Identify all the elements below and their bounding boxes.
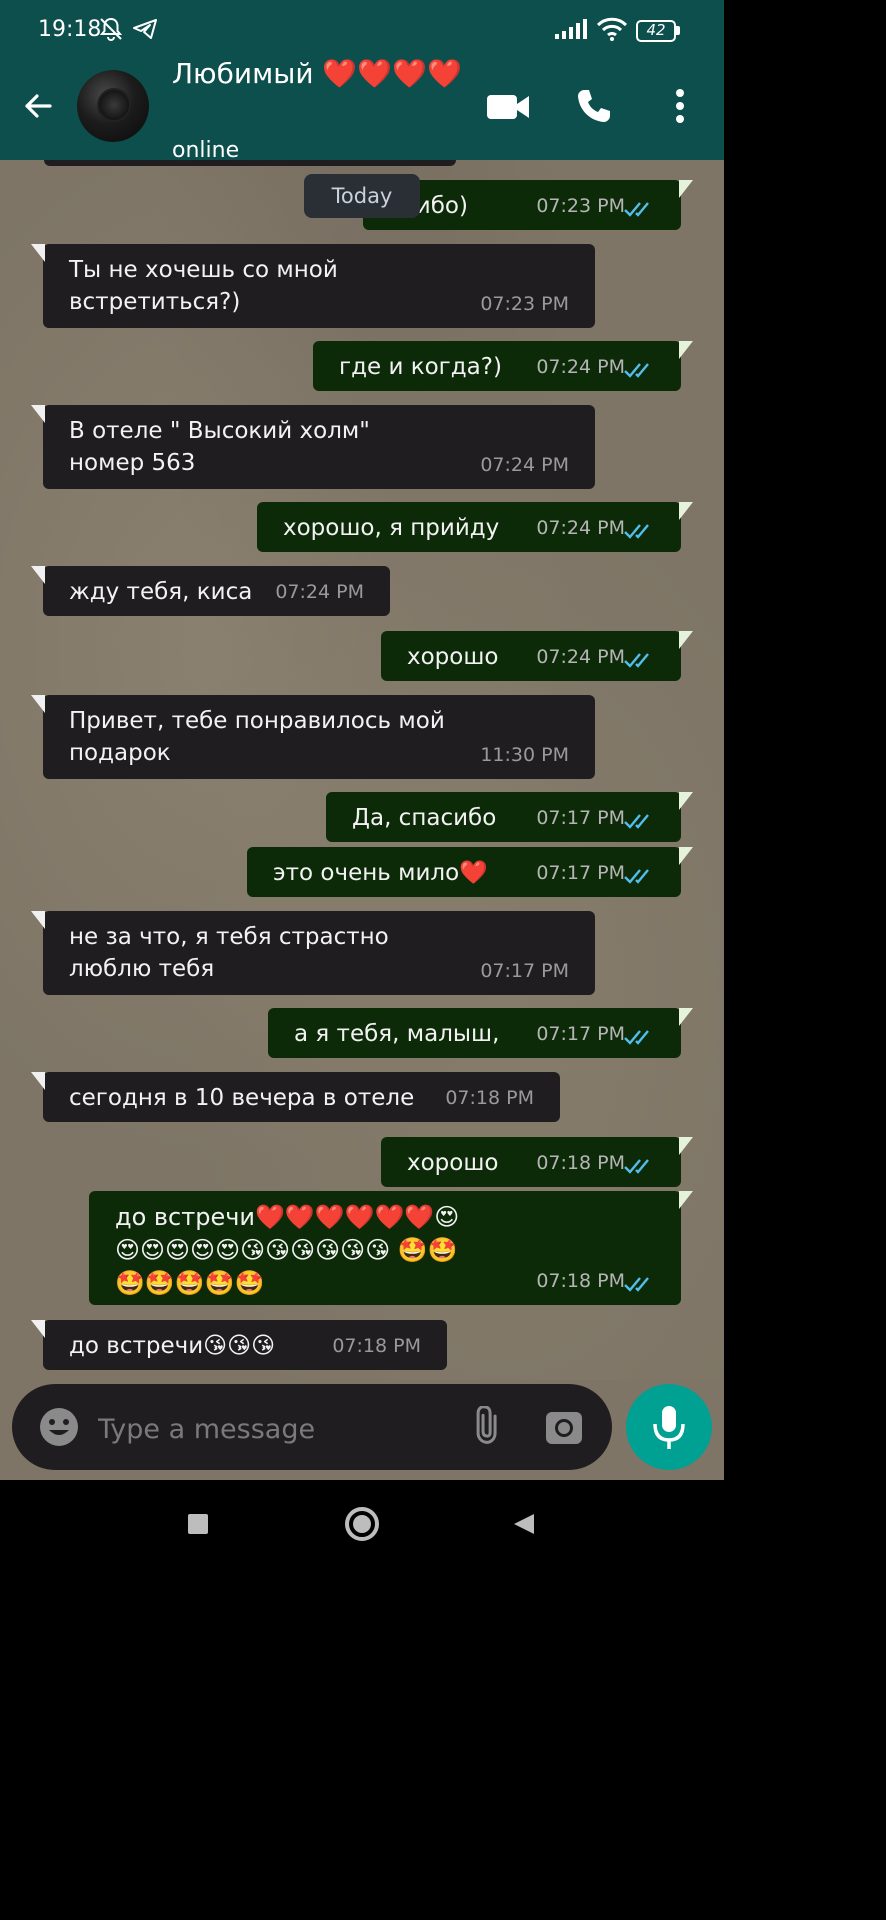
battery-level: 42 xyxy=(646,21,666,39)
message-time: 07:17 PM xyxy=(480,960,569,982)
message-out[interactable]: хорошо 07:18 PM xyxy=(381,1137,693,1187)
double-check-icon xyxy=(624,1030,649,1045)
microphone-icon xyxy=(653,1406,685,1449)
home-button[interactable] xyxy=(345,1507,379,1541)
message-in[interactable]: В отеле " Высокий холм" номер 563 07:24 … xyxy=(31,405,595,489)
status-time: 19:18 xyxy=(38,17,102,42)
double-check-icon xyxy=(624,814,649,829)
date-chip: Today xyxy=(304,174,420,218)
back-nav-icon[interactable] xyxy=(512,1512,536,1536)
message-in[interactable]: жду тебя, киса 07:24 PM xyxy=(31,566,390,616)
message-time: 07:17 PM xyxy=(536,862,625,884)
message-out[interactable]: хорошо, я прийду 07:24 PM xyxy=(257,502,693,552)
message-text: хорошо xyxy=(407,644,499,670)
message-in[interactable]: Ты не хочешь со мной встретиться?) 07:23… xyxy=(31,244,595,328)
message-box xyxy=(12,1384,612,1470)
message-text: Ты не хочешь со мной встретиться?) xyxy=(69,257,338,315)
message-bubble-partial xyxy=(44,160,456,166)
message-time: 07:24 PM xyxy=(536,356,625,378)
back-arrow-icon[interactable] xyxy=(22,90,54,122)
message-in[interactable]: сегодня в 10 вечера в отеле 07:18 PM xyxy=(31,1072,560,1122)
message-text: сегодня в 10 вечера в отеле xyxy=(69,1085,415,1111)
message-time: 07:18 PM xyxy=(536,1270,625,1292)
double-check-icon xyxy=(624,869,649,884)
message-time: 07:23 PM xyxy=(480,293,569,315)
message-out[interactable]: хорошо 07:24 PM xyxy=(381,631,693,681)
message-in[interactable]: до встречи😘😘😘 07:18 PM xyxy=(31,1320,447,1370)
message-time: 07:17 PM xyxy=(536,1023,625,1045)
message-time: 07:24 PM xyxy=(536,646,625,668)
double-check-icon xyxy=(624,1159,649,1174)
double-check-icon xyxy=(624,202,649,217)
system-nav-bar xyxy=(0,1480,724,1568)
message-text: Да, спасибо xyxy=(352,805,497,831)
status-bar: 19:18 42 xyxy=(0,0,724,52)
video-call-icon[interactable] xyxy=(486,92,530,122)
bell-off-icon xyxy=(99,17,123,41)
message-text: В отеле " Высокий холм" номер 563 xyxy=(69,418,370,476)
message-time: 07:18 PM xyxy=(445,1087,534,1109)
avatar[interactable] xyxy=(77,70,149,142)
chat-area[interactable]: асибо) 07:23 PM Today Ты не хочешь со мн… xyxy=(0,160,724,1380)
double-check-icon xyxy=(624,363,649,378)
message-out[interactable]: это очень мило❤️ 07:17 PM xyxy=(247,847,693,897)
battery-tip xyxy=(676,26,680,35)
message-time: 11:30 PM xyxy=(480,744,569,766)
message-time: 07:18 PM xyxy=(536,1152,625,1174)
message-text: а я тебя, малыш, xyxy=(294,1021,500,1047)
double-check-icon xyxy=(624,653,649,668)
recents-button[interactable] xyxy=(188,1514,208,1534)
camera-icon[interactable] xyxy=(544,1408,584,1446)
double-check-icon xyxy=(624,1277,649,1292)
message-text: хорошо, я прийду xyxy=(283,515,500,541)
message-time: 07:23 PM xyxy=(536,195,625,217)
home-button-core xyxy=(353,1515,371,1533)
message-time: 07:17 PM xyxy=(536,807,625,829)
message-time: 07:18 PM xyxy=(332,1335,421,1357)
message-out[interactable]: а я тебя, малыш, 07:17 PM xyxy=(268,1008,693,1058)
contact-name[interactable]: Любимый ❤️❤️❤️❤️ xyxy=(172,56,462,92)
message-text: не за что, я тебя страстно люблю тебя xyxy=(69,924,389,982)
message-time: 07:24 PM xyxy=(480,454,569,476)
microphone-button[interactable] xyxy=(626,1384,712,1470)
message-input[interactable] xyxy=(96,1408,460,1450)
phone-icon[interactable] xyxy=(576,88,612,124)
message-out[interactable]: где и когда?) 07:24 PM xyxy=(313,341,693,391)
wifi-icon xyxy=(596,17,628,41)
message-in[interactable]: Привет, тебе понравилось мой подарок 11:… xyxy=(31,695,595,779)
signal-icon xyxy=(555,19,587,39)
paperclip-icon[interactable] xyxy=(468,1406,508,1446)
message-text: жду тебя, киса xyxy=(69,579,253,605)
message-text: где и когда?) xyxy=(339,354,502,380)
more-vertical-icon[interactable] xyxy=(674,88,686,124)
double-check-icon xyxy=(624,524,649,539)
message-text: Привет, тебе понравилось мой подарок xyxy=(69,708,445,766)
message-time: 07:24 PM xyxy=(536,517,625,539)
message-out[interactable]: до встречи❤️❤️❤️❤️❤️❤️😍 😍😍😍😍😍😘😘😘😘😘😘 🤩🤩🤩🤩… xyxy=(89,1191,693,1305)
emoji-icon[interactable] xyxy=(38,1406,80,1448)
telegram-icon xyxy=(133,19,157,39)
input-bar xyxy=(0,1380,724,1480)
message-time: 07:24 PM xyxy=(275,581,364,603)
battery-icon: 42 xyxy=(636,20,676,42)
message-text: это очень мило❤️ xyxy=(273,860,488,886)
message-in[interactable]: не за что, я тебя страстно люблю тебя 07… xyxy=(31,911,595,995)
message-text: до встречи❤️❤️❤️❤️❤️❤️😍 😍😍😍😍😍😘😘😘😘😘😘 🤩🤩🤩🤩… xyxy=(115,1203,460,1297)
message-out[interactable]: Да, спасибо 07:17 PM xyxy=(326,792,693,842)
chat-header: Любимый ❤️❤️❤️❤️ online xyxy=(0,52,724,163)
message-text: хорошо xyxy=(407,1150,499,1176)
message-text: до встречи😘😘😘 xyxy=(69,1333,276,1359)
